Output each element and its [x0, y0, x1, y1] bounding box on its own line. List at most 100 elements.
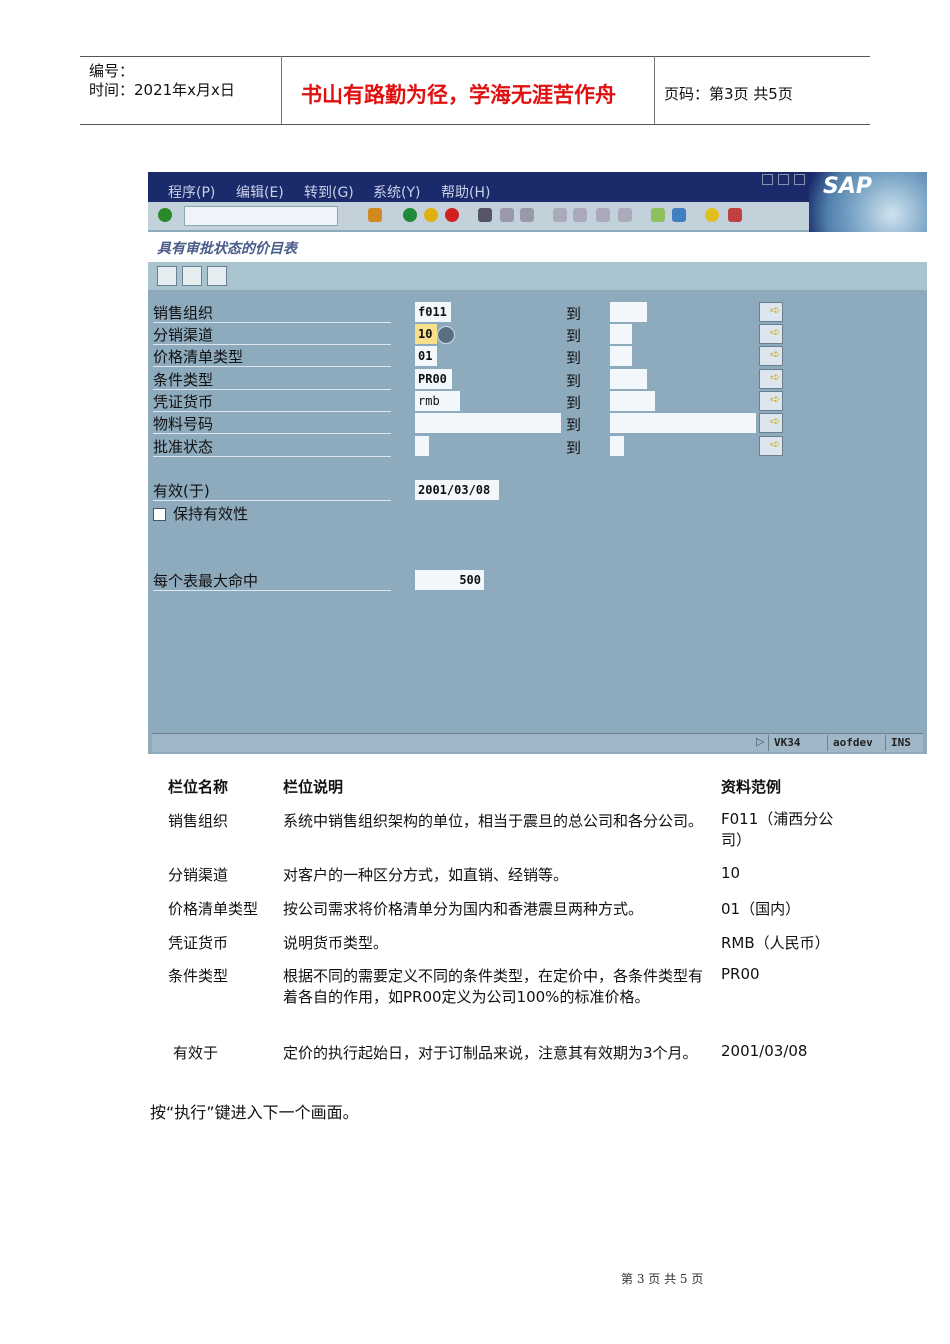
- table-cell: 01（国内）: [721, 900, 801, 918]
- print-icon[interactable]: [478, 208, 492, 222]
- keep-validity-label: 保持有效性: [173, 505, 249, 523]
- table-cell: 按公司需求将价格清单分为国内和香港震旦两种方式。: [283, 900, 644, 918]
- find-icon[interactable]: [500, 208, 514, 222]
- document-currency-from-input[interactable]: rmb: [415, 391, 460, 411]
- to-label: 到: [566, 394, 582, 412]
- previous-page-icon[interactable]: [573, 208, 587, 222]
- to-label: 到: [566, 305, 582, 323]
- header-bottom-rule: [80, 124, 870, 125]
- distribution-channel-from-input[interactable]: 10: [415, 324, 437, 344]
- sales-org-from-input[interactable]: f011: [415, 302, 451, 322]
- field-label-document-currency: 凭证货币: [153, 391, 391, 412]
- field-label-price-list-type: 价格清单类型: [153, 346, 391, 367]
- sap-logo: SAP: [809, 172, 927, 232]
- distribution-channel-to-input[interactable]: [610, 324, 632, 344]
- max-hits-input[interactable]: 500: [415, 570, 484, 590]
- table-cell: 系统中销售组织架构的单位，相当于震旦的总公司和各分公司。: [283, 812, 704, 830]
- maximize-icon[interactable]: [778, 174, 789, 185]
- menu-system[interactable]: 系统(Y): [373, 182, 420, 202]
- shortcut-icon[interactable]: [672, 208, 686, 222]
- table-cell: F011（浦西分公司）: [721, 810, 834, 849]
- find-next-icon[interactable]: [520, 208, 534, 222]
- status-server: aofdev: [827, 735, 878, 751]
- close-icon[interactable]: [794, 174, 805, 185]
- condition-type-from-input[interactable]: PR00: [415, 369, 452, 389]
- status-mode[interactable]: INS: [885, 735, 916, 751]
- help-icon[interactable]: [705, 208, 719, 222]
- header-top-rule: [80, 56, 870, 57]
- cancel-icon[interactable]: [445, 208, 459, 222]
- keep-validity-checkbox[interactable]: [153, 508, 166, 521]
- get-variant-icon[interactable]: [182, 266, 202, 286]
- menu-edit[interactable]: 编辑(E): [236, 182, 284, 202]
- multiple-selection-button[interactable]: [759, 413, 783, 433]
- table-cell: 10: [721, 864, 741, 882]
- valid-from-input[interactable]: 2001/03/08: [415, 480, 499, 500]
- command-field[interactable]: [184, 206, 338, 226]
- first-page-icon[interactable]: [553, 208, 567, 222]
- status-bar: ▷ VK34 aofdev INS: [152, 733, 923, 752]
- standard-toolbar: [148, 202, 809, 230]
- table-cell: 根据不同的需要定义不同的条件类型，在定价中，各条件类型有着各自的作用，如PR00…: [283, 967, 704, 1006]
- execute-icon[interactable]: [157, 266, 177, 286]
- doc-time: 时间：2021年x月x日: [89, 81, 235, 99]
- table-cell: 有效于: [173, 1044, 219, 1062]
- document-page: 编号： 时间：2021年x月x日 书山有路勤为径，学海无涯苦作舟 页码：第3页 …: [0, 0, 950, 1344]
- screen-title-bar: 具有审批状态的价目表: [148, 232, 927, 262]
- field-label-sales-org: 销售组织: [153, 302, 391, 323]
- approval-status-from-input[interactable]: [415, 436, 429, 456]
- last-page-icon[interactable]: [618, 208, 632, 222]
- save-icon[interactable]: [368, 208, 382, 222]
- value-help-icon[interactable]: [437, 326, 455, 344]
- price-list-type-from-input[interactable]: 01: [415, 346, 437, 366]
- status-transaction: VK34: [768, 735, 806, 751]
- table-cell: 价格清单类型: [168, 900, 259, 918]
- approval-status-to-input[interactable]: [610, 436, 624, 456]
- to-label: 到: [566, 372, 582, 390]
- condition-type-to-input[interactable]: [610, 369, 647, 389]
- multiple-selection-button[interactable]: [759, 436, 783, 456]
- multiple-selection-button[interactable]: [759, 324, 783, 344]
- header-motto: 书山有路勤为径，学海无涯苦作舟: [301, 83, 616, 107]
- menu-goto[interactable]: 转到(G): [304, 182, 354, 202]
- minimize-icon[interactable]: [762, 174, 773, 185]
- page-info: 页码：第3页 共5页: [664, 85, 793, 103]
- table-cell: 分销渠道: [168, 866, 229, 884]
- back-icon[interactable]: [403, 208, 417, 222]
- material-number-from-input[interactable]: [415, 413, 561, 433]
- enter-icon[interactable]: [158, 208, 172, 222]
- exit-icon[interactable]: [424, 208, 438, 222]
- selection-options-icon[interactable]: [207, 266, 227, 286]
- field-label-valid-from: 有效(于): [153, 480, 391, 501]
- material-number-to-input[interactable]: [610, 413, 756, 433]
- table-cell: PR00: [721, 965, 760, 983]
- header-divider: [281, 56, 282, 124]
- price-list-type-to-input[interactable]: [610, 346, 632, 366]
- to-label: 到: [566, 416, 582, 434]
- col-header-description: 栏位说明: [283, 778, 344, 796]
- status-expand-icon[interactable]: ▷: [756, 735, 764, 748]
- new-session-icon[interactable]: [651, 208, 665, 222]
- col-header-example: 资料范例: [721, 778, 782, 796]
- instruction-text: 按“执行”键进入下一个画面。: [150, 1103, 359, 1122]
- document-currency-to-input[interactable]: [610, 391, 655, 411]
- to-label: 到: [566, 349, 582, 367]
- multiple-selection-button[interactable]: [759, 369, 783, 389]
- field-label-material-number: 物料号码: [153, 413, 391, 434]
- next-page-icon[interactable]: [596, 208, 610, 222]
- menu-program[interactable]: 程序(P): [168, 182, 215, 202]
- to-label: 到: [566, 327, 582, 345]
- layout-menu-icon[interactable]: [728, 208, 742, 222]
- table-cell: 条件类型: [168, 967, 229, 985]
- multiple-selection-button[interactable]: [759, 302, 783, 322]
- screen-title: 具有审批状态的价目表: [157, 241, 297, 257]
- multiple-selection-button[interactable]: [759, 346, 783, 366]
- sap-window: 程序(P) 编辑(E) 转到(G) 系统(Y) 帮助(H) SAP 具有审批状态…: [148, 172, 927, 754]
- table-cell: 定价的执行起始日，对于订制品来说，注意其有效期为3个月。: [283, 1044, 698, 1062]
- table-cell: 销售组织: [168, 812, 229, 830]
- multiple-selection-button[interactable]: [759, 391, 783, 411]
- to-label: 到: [566, 439, 582, 457]
- table-cell: 说明货币类型。: [283, 934, 389, 952]
- menu-help[interactable]: 帮助(H): [441, 182, 490, 202]
- sales-org-to-input[interactable]: [610, 302, 647, 322]
